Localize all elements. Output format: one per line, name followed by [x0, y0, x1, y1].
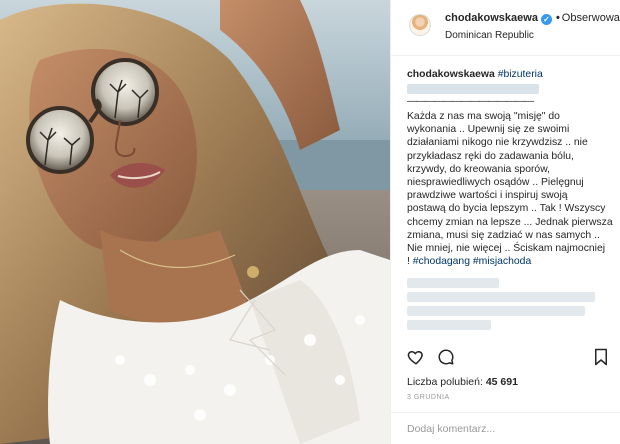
photo-illustration: [0, 0, 390, 444]
blurred-comment: [407, 320, 491, 330]
post-details-panel: chodakowskaewa✓•Obserwowanie Dominican R…: [390, 0, 620, 444]
post-date: 3 GRUDNIA: [407, 394, 450, 401]
verified-badge-icon: ✓: [540, 14, 552, 25]
post-caption: chodakowskaewa #bizuteria: [407, 68, 615, 81]
caption-line: zmiana, musi się zadziać w nas samych ..: [407, 229, 600, 241]
add-comment-section: [391, 412, 620, 444]
comment-button[interactable]: [437, 348, 455, 371]
hashtag-misjachoda[interactable]: #misjachoda: [473, 256, 531, 267]
post-actions: [391, 342, 620, 372]
caption-line: postawą do bycia lepszym .. Tak ! Wszysc…: [407, 203, 606, 215]
like-button[interactable]: [407, 348, 425, 371]
caption-username[interactable]: chodakowskaewa: [407, 69, 495, 80]
caption-line: Nie mniej, nie więcej .. Ściskam najmocn…: [407, 243, 606, 255]
post-header: chodakowskaewa✓•Obserwowanie Dominican R…: [391, 0, 620, 56]
blurred-comment: [407, 306, 585, 316]
likes-value: 45 691: [485, 376, 518, 388]
follow-button[interactable]: Obserwowanie: [562, 12, 620, 24]
caption-exclamation: !: [407, 256, 410, 268]
post-photo[interactable]: [0, 0, 390, 444]
location-link[interactable]: Dominican Republic: [445, 30, 534, 41]
caption-first-line: chodakowskaewa #bizuteria: [407, 68, 615, 81]
caption-line: przykładasz ręki do zadawania bólu,: [407, 150, 574, 162]
caption-line: niesprawiedliwych osądów .. Pielęgnuj: [407, 177, 584, 189]
blurred-comment: [407, 292, 595, 302]
heart-icon: [407, 351, 423, 365]
caption-line: wykonania .. Upewnij się ze swoimi: [407, 124, 570, 136]
caption-line: działaniami nikogo nie krzywdzisz .. nie: [407, 137, 588, 149]
caption-closing-line: ! #chodagang #misjachoda: [407, 255, 615, 268]
comment-icon: [438, 349, 454, 365]
blurred-text: [407, 84, 539, 94]
hashtag-bizuteria[interactable]: #bizuteria: [498, 69, 543, 80]
post-author-line: chodakowskaewa✓•Obserwowanie: [445, 12, 620, 25]
caption-divider: ——————————————: [407, 96, 534, 107]
caption-line: Każda z nas ma swoją "misję" do: [407, 111, 560, 122]
caption-line: chcemy zmian na lepsze ... Jednak pierws…: [407, 216, 613, 228]
post-author-username[interactable]: chodakowskaewa: [445, 12, 538, 24]
save-button[interactable]: [593, 348, 609, 371]
bookmark-icon: [595, 348, 607, 366]
comment-input[interactable]: [407, 421, 607, 437]
likes-label: Liczba polubień:: [407, 376, 483, 388]
caption-line: prawdziwe wartości i inspiruj swoją: [407, 190, 568, 202]
separator-dot: •: [555, 12, 560, 24]
caption-body: Każda z nas ma swoją "misję" do wykonani…: [407, 110, 615, 268]
caption-line: krzywdy, do kreowania sporów,: [407, 163, 551, 175]
avatar[interactable]: [409, 14, 431, 36]
hashtag-chodagang[interactable]: #chodagang: [413, 256, 470, 267]
blurred-comment: [407, 278, 499, 288]
likes-count[interactable]: Liczba polubień: 45 691: [407, 376, 518, 388]
